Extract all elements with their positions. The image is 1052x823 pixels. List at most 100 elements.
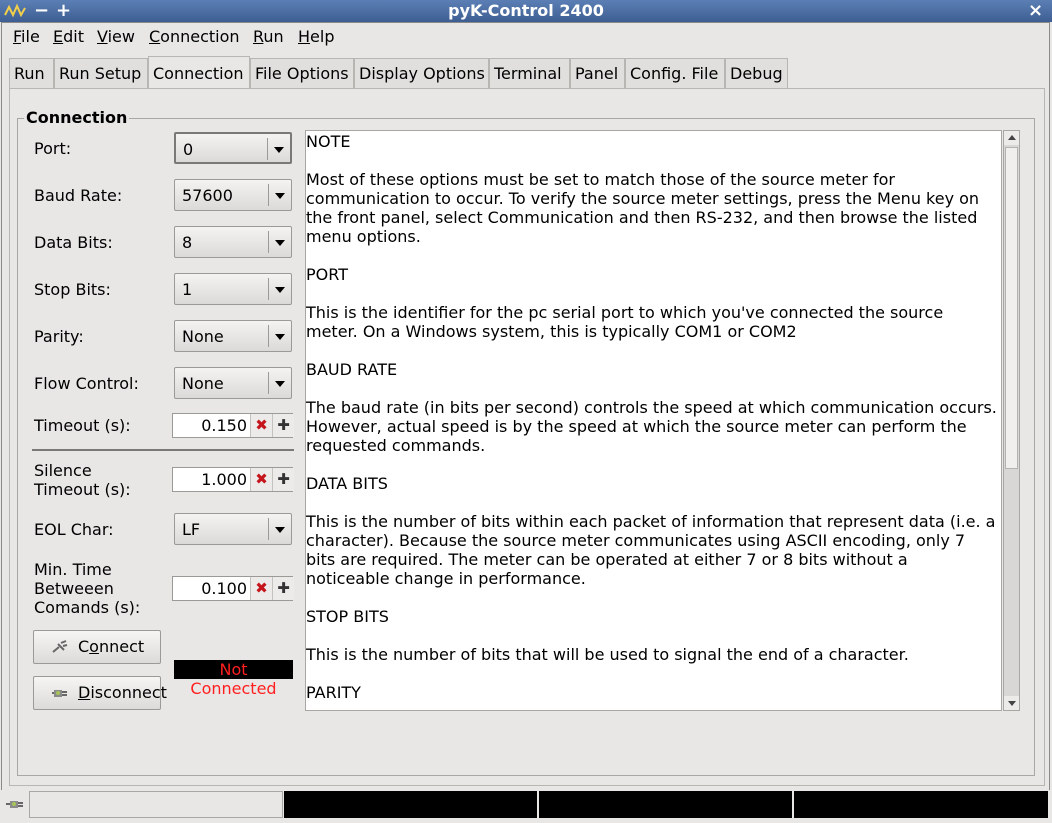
connect-label: Connect xyxy=(78,637,145,656)
scroll-up-button[interactable] xyxy=(1004,131,1019,145)
note-line: Most of these options must be set to mat… xyxy=(306,170,895,189)
menu-help[interactable]: Help xyxy=(298,27,334,46)
silence-timeout-value[interactable]: 1.000 xyxy=(173,470,247,489)
chevron-down-icon xyxy=(275,193,285,199)
tab-panel[interactable]: Panel xyxy=(570,58,625,88)
min-time-spinbox[interactable]: 0.100 ✖ ✚ xyxy=(172,576,294,601)
min-time-label: Min. Time Betweeen Comands (s): xyxy=(34,560,141,617)
tab-debug[interactable]: Debug xyxy=(725,58,788,88)
port-combo[interactable]: 0 xyxy=(174,132,292,164)
eol-char-combo[interactable]: LF xyxy=(174,513,292,545)
chevron-down-icon xyxy=(275,334,285,340)
tab-connection[interactable]: Connection xyxy=(148,56,250,88)
note-line: menu options. xyxy=(306,227,421,246)
data-heading: DATA BITS xyxy=(306,474,388,493)
menu-view[interactable]: View xyxy=(97,27,135,46)
data-bits-value: 8 xyxy=(182,233,193,252)
port-line: This is the identifier for the pc serial… xyxy=(306,303,944,322)
stop-heading: STOP BITS xyxy=(306,607,389,626)
plug-status-icon xyxy=(6,801,23,808)
min-time-value[interactable]: 0.100 xyxy=(173,579,247,598)
separator xyxy=(32,449,294,451)
timeout-spinbox[interactable]: 0.150 ✖ ✚ xyxy=(172,413,294,438)
menu-run[interactable]: Run xyxy=(253,27,284,46)
baud-heading: BAUD RATE xyxy=(306,360,398,379)
stop-bits-combo[interactable]: 1 xyxy=(174,273,292,305)
tab-terminal[interactable]: Terminal xyxy=(489,58,570,88)
clear-x-icon[interactable]: ✖ xyxy=(250,577,272,600)
vertical-scrollbar[interactable] xyxy=(1003,130,1020,711)
note-heading: NOTE xyxy=(306,132,351,151)
chevron-down-icon xyxy=(275,527,285,533)
scroll-thumb[interactable] xyxy=(1005,147,1018,469)
stop-bits-value: 1 xyxy=(182,280,193,299)
data-bits-combo[interactable]: 8 xyxy=(174,226,292,258)
flow-control-combo[interactable]: None xyxy=(174,367,292,399)
parity-value: None xyxy=(182,327,224,346)
menu-edit[interactable]: Edit xyxy=(53,27,84,46)
clear-x-icon[interactable]: ✖ xyxy=(250,468,272,491)
disconnect-label: Disconnect xyxy=(78,683,167,702)
chevron-down-icon xyxy=(275,240,285,246)
note-line: communication to occur. To verify the so… xyxy=(306,189,980,208)
status-badge: Not Connected xyxy=(174,660,293,698)
stop-line: This is the number of bits that will be … xyxy=(306,645,909,664)
status-field xyxy=(539,791,792,818)
baud-rate-value: 57600 xyxy=(182,186,233,205)
baud-rate-label: Baud Rate: xyxy=(34,186,123,205)
parity-combo[interactable]: None xyxy=(174,320,292,352)
data-line: noticeable change in performance. xyxy=(306,569,586,588)
tab-run-setup[interactable]: Run Setup xyxy=(54,58,148,88)
tab-config-file[interactable]: Config. File xyxy=(625,58,725,88)
status-field xyxy=(29,791,283,818)
unplug-icon xyxy=(52,690,67,697)
tab-display-options[interactable]: Display Options xyxy=(354,58,489,88)
chevron-down-icon xyxy=(275,381,285,387)
port-value: 0 xyxy=(183,140,194,159)
arrow-up-icon xyxy=(1008,135,1016,140)
connect-button[interactable]: Connect xyxy=(33,630,161,664)
timeout-value[interactable]: 0.150 xyxy=(173,416,247,435)
plus-icon[interactable]: ✚ xyxy=(272,577,294,600)
help-text-view[interactable]: NOTE Most of these options must be set t… xyxy=(305,130,1002,711)
parity-label: Parity: xyxy=(34,327,84,346)
baud-rate-combo[interactable]: 57600 xyxy=(174,179,292,211)
parity-heading: PARITY xyxy=(306,683,361,702)
baud-line: However, actual speed is by the speed at… xyxy=(306,417,967,436)
clear-x-icon[interactable]: ✖ xyxy=(250,414,272,437)
data-line: This is the number of bits within each p… xyxy=(306,512,996,531)
disconnect-button[interactable]: Disconnect xyxy=(33,676,167,710)
eol-char-label: EOL Char: xyxy=(34,520,114,539)
chevron-down-icon xyxy=(275,287,285,293)
baud-line: requested commands. xyxy=(306,436,486,455)
plus-icon[interactable]: ✚ xyxy=(272,414,294,437)
title-bar[interactable]: − + pyK-Control 2400 × xyxy=(0,0,1052,22)
close-button[interactable]: × xyxy=(1028,0,1043,22)
timeout-label: Timeout (s): xyxy=(34,416,131,435)
plus-icon[interactable]: ✚ xyxy=(272,468,294,491)
silence-timeout-spinbox[interactable]: 1.000 ✖ ✚ xyxy=(172,467,294,492)
flow-control-value: None xyxy=(182,374,224,393)
menu-file[interactable]: File xyxy=(13,27,40,46)
port-label: Port: xyxy=(34,139,72,158)
plug-icon xyxy=(52,640,68,653)
eol-char-value: LF xyxy=(182,520,201,539)
port-line: meter. On a Windows system, this is typi… xyxy=(306,322,797,341)
menu-connection[interactable]: Connection xyxy=(149,27,240,46)
status-field xyxy=(284,791,537,818)
scroll-down-button[interactable] xyxy=(1004,696,1019,710)
tab-file-options[interactable]: File Options xyxy=(250,58,354,88)
status-field xyxy=(794,791,1048,818)
silence-timeout-label: Silence Timeout (s): xyxy=(34,461,131,499)
chevron-down-icon xyxy=(274,147,284,153)
window-title: pyK-Control 2400 xyxy=(448,1,604,20)
note-line: the front panel, select Communication an… xyxy=(306,208,978,227)
data-line: character). Because the source meter com… xyxy=(306,531,966,550)
data-bits-label: Data Bits: xyxy=(34,233,113,252)
group-title: Connection xyxy=(24,108,130,127)
arrow-down-icon xyxy=(1008,701,1016,706)
stop-bits-label: Stop Bits: xyxy=(34,280,111,299)
flow-control-label: Flow Control: xyxy=(34,374,139,393)
port-heading: PORT xyxy=(306,265,348,284)
tab-run[interactable]: Run xyxy=(9,58,54,88)
